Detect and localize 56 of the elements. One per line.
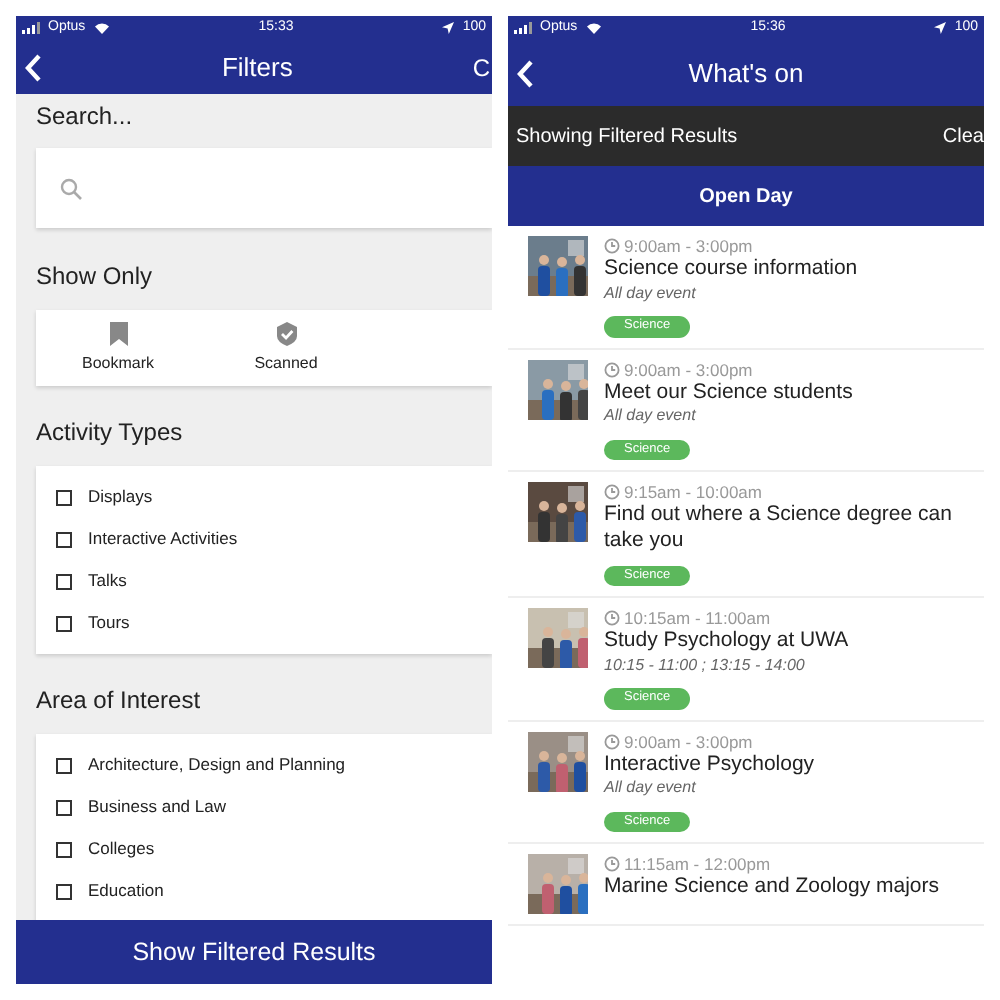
wifi-icon — [585, 22, 602, 34]
event-note: All day event — [604, 406, 698, 428]
apply-button[interactable]: Show Filtered Results — [16, 920, 492, 984]
filter-option[interactable]: Scanned — [224, 321, 348, 375]
event-time: 9:00am - 3:00pm — [624, 359, 753, 380]
event-day-title: Open Day — [699, 183, 793, 211]
event-title: Science course information — [604, 256, 860, 282]
event-title: Study Psychology at UWA — [604, 628, 851, 654]
signal-icon — [514, 22, 532, 34]
signal-icon — [22, 22, 40, 34]
back-icon[interactable] — [24, 53, 42, 81]
event-time: 10:15am - 11:00am — [624, 608, 771, 629]
checkbox-option[interactable]: Education — [36, 870, 492, 912]
location-arrow-icon — [442, 22, 455, 34]
checkbox-option[interactable]: Business and Law — [36, 786, 492, 828]
bookmark-icon — [109, 321, 127, 345]
event-time: 9:00am - 3:00pm — [624, 236, 753, 257]
section-heading: Activity Types — [34, 416, 185, 450]
back-icon[interactable] — [516, 59, 534, 87]
clear-link[interactable]: Clea — [942, 121, 984, 151]
event-note: All day event — [604, 283, 698, 305]
event-time: 9:15am - 10:00am — [624, 482, 762, 503]
checkbox-option[interactable]: Tours — [36, 602, 492, 644]
section-heading: Area of Interest — [34, 684, 203, 718]
checkbox-option[interactable]: Architecture, Design and Planning — [36, 744, 492, 786]
event-title: Marine Science and Zoology majors — [604, 874, 941, 901]
checkbox-option[interactable]: Interactive Activities — [36, 518, 492, 560]
clock-icon — [604, 610, 620, 627]
event-row[interactable]: 11:15am - 12:00pm Marine Science and Zoology majors — [508, 844, 984, 927]
wifi-icon — [93, 22, 110, 34]
clock-icon — [604, 238, 620, 255]
location-arrow-icon — [934, 22, 947, 34]
check-badge-icon — [275, 321, 297, 345]
event-title: Meet our Science students — [604, 379, 855, 405]
header-link[interactable]: C — [472, 49, 490, 85]
event-time: 9:00am - 3:00pm — [624, 731, 753, 752]
clock-icon — [604, 361, 620, 378]
event-note: All day event — [604, 778, 698, 800]
clock-icon — [604, 484, 620, 501]
filter-option[interactable]: Bookmark — [56, 321, 180, 375]
event-title: Find out where a Science degree can take you — [604, 502, 954, 554]
event-time: 11:15am - 12:00pm — [624, 854, 771, 875]
checkbox-option[interactable]: Talks — [36, 560, 492, 602]
section-heading: Show Only — [34, 260, 155, 294]
filter-status: Showing Filtered Results — [516, 123, 740, 151]
event-title: Interactive Psychology — [604, 751, 817, 777]
clock-icon — [604, 856, 620, 873]
screen-title: What's on — [686, 55, 806, 92]
section-heading: Search... — [34, 100, 135, 134]
search-icon — [60, 177, 82, 199]
checkbox-option[interactable]: Colleges — [36, 828, 492, 870]
event-note: 10:15 - 11:00 ; 13:15 - 14:00 — [604, 655, 807, 677]
screen-title: Filters — [219, 49, 295, 86]
checkbox-option[interactable]: Displays — [36, 476, 492, 518]
search-field[interactable] — [36, 148, 492, 228]
clock-icon — [604, 733, 620, 750]
